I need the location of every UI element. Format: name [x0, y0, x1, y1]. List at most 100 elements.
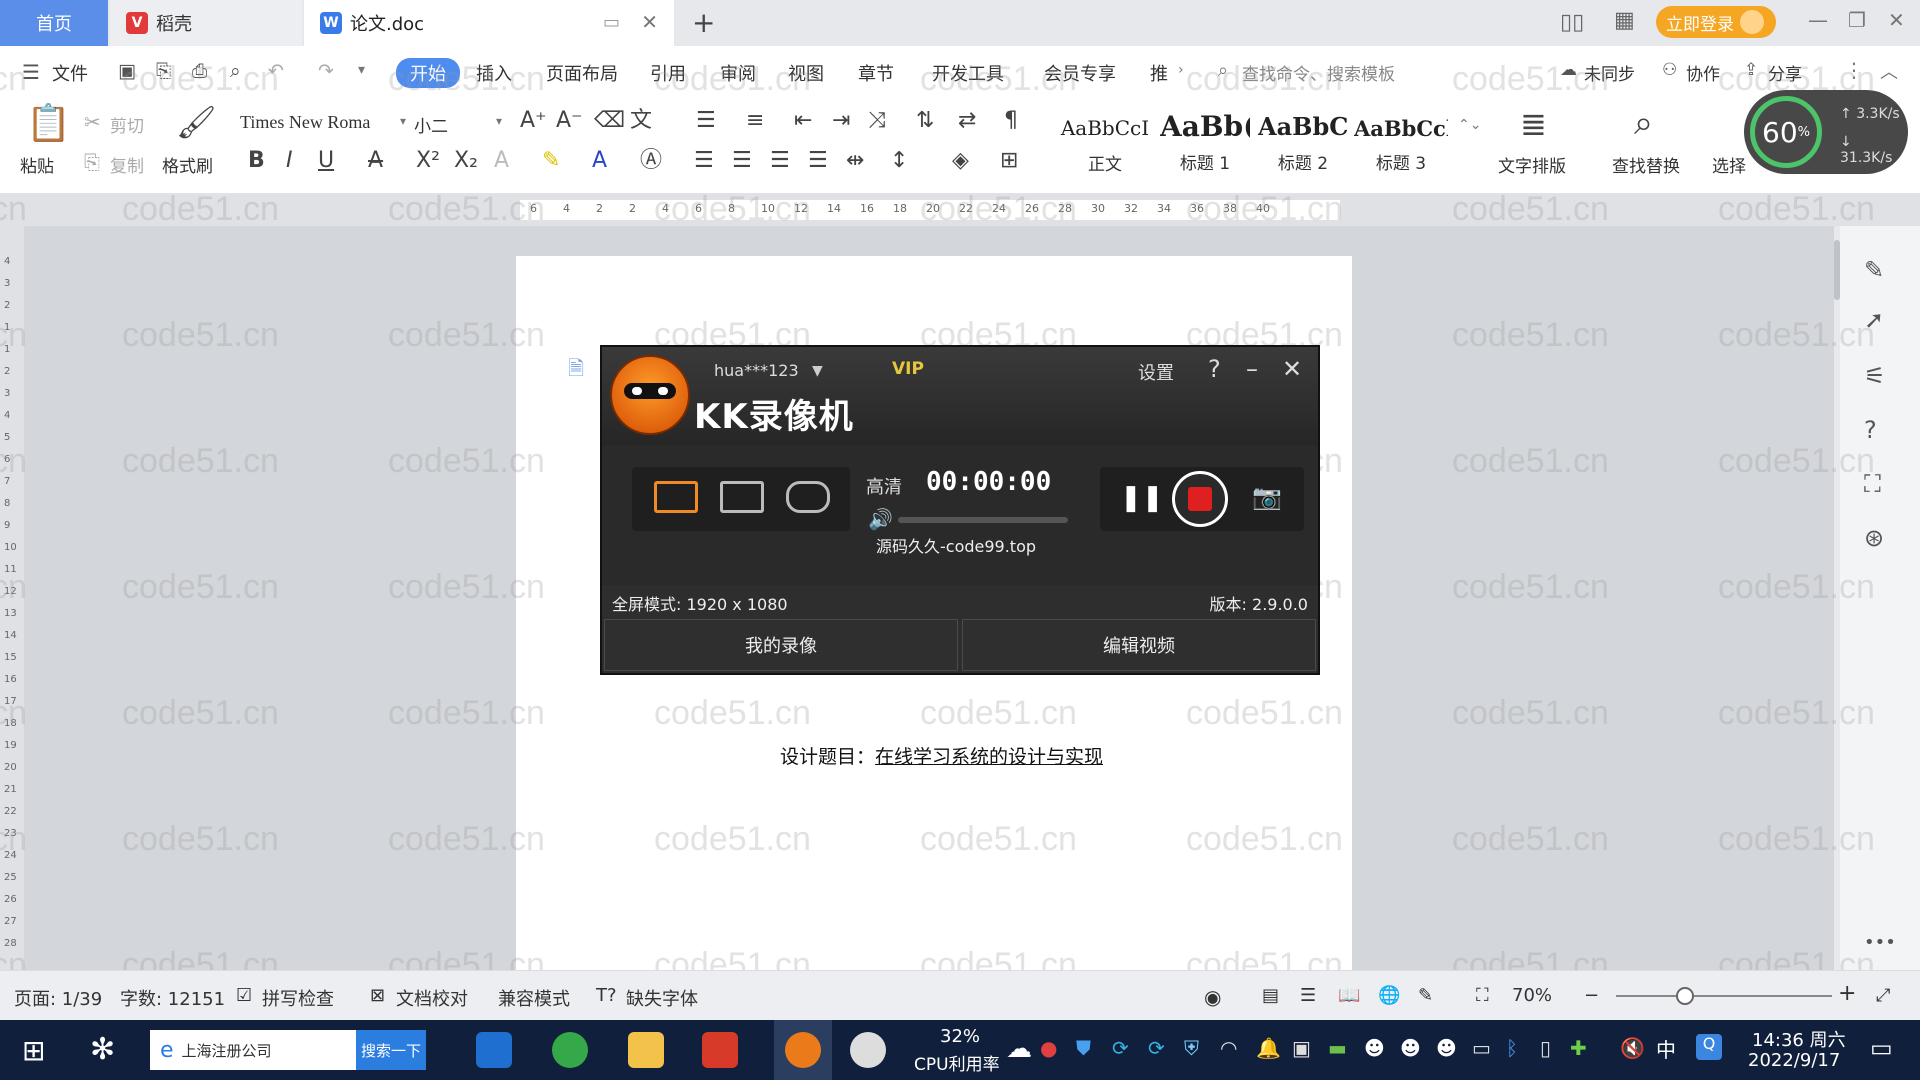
watermark-text: code51.cn — [920, 190, 1077, 228]
kk-username[interactable]: hua***123 — [714, 361, 799, 380]
fullscreen-mode-icon[interactable] — [654, 481, 698, 513]
word-count[interactable]: 字数: 12151 — [120, 985, 225, 1011]
ie-browser-icon[interactable] — [476, 1032, 512, 1068]
kk-help-icon[interactable]: ? — [1208, 355, 1221, 383]
watermark-text: code51.cn — [122, 316, 279, 354]
camera-icon[interactable]: 📷 — [1252, 483, 1282, 511]
round-app-icon[interactable] — [850, 1032, 886, 1068]
missing-font-button[interactable]: 缺失字体 — [626, 985, 698, 1011]
proofread-button[interactable]: 文档校对 — [396, 985, 468, 1011]
zoom-slider[interactable] — [1616, 987, 1832, 1005]
tray-app-icon[interactable]: ● — [1040, 1036, 1057, 1060]
watermark-text: code51.cn — [1718, 190, 1875, 228]
kk-user-dropdown-icon[interactable]: ▼ — [812, 363, 823, 379]
fullscreen-icon[interactable]: ⤢ — [1876, 985, 1890, 1006]
tray-gpu-icon[interactable]: ▬ — [1328, 1036, 1347, 1060]
ime-indicator[interactable]: 中 — [1656, 1034, 1676, 1063]
status-bar: 页面: 1/39 字数: 12151 ☑ 拼写检查 ⊠ 文档校对 兼容模式 T?… — [0, 970, 1920, 1020]
weather-icon[interactable]: ☁ — [1006, 1034, 1032, 1064]
wifi-icon[interactable]: ◠ — [1220, 1036, 1237, 1060]
page-view-icon[interactable]: ▤ — [1262, 985, 1279, 1006]
watermark-text: code51.cn — [1452, 316, 1609, 354]
tray-shield-icon[interactable]: ⛊ — [1076, 1036, 1091, 1060]
watermark-text: code51.cn — [1718, 316, 1875, 354]
watermark-text: code51.cn — [388, 442, 545, 480]
eye-protect-icon[interactable]: ◉ — [1204, 985, 1221, 1009]
zoom-level[interactable]: 70% — [1512, 985, 1552, 1006]
pinwheel-icon[interactable]: ✻ — [90, 1032, 115, 1067]
my-videos-button[interactable]: 我的录像 — [604, 619, 958, 671]
battery-icon[interactable]: ▭ — [1472, 1036, 1491, 1060]
watermark-text: code51.cn — [1718, 694, 1875, 732]
tray-q-icon[interactable]: Q — [1696, 1034, 1722, 1060]
system-tray: ● ⛊ ⟳ ⟳ ⛨ ◠ 🔔 ▣ ▬ ☻ ☻ ☻ ▭ ᛒ ▯ ✚ — [1040, 1036, 1600, 1066]
taskbar-search-text[interactable]: 上海注册公司 — [182, 1040, 272, 1061]
tray-sync-icon[interactable]: ⟳ — [1112, 1036, 1129, 1060]
qq-icon-1[interactable]: ☻ — [1364, 1036, 1385, 1060]
windows-taskbar: ⊞ ✻ e 上海注册公司 搜索一下 32% CPU利用率 ☁ ● ⛊ ⟳ ⟳ ⛨… — [0, 1020, 1920, 1080]
kk-header: hua***123 ▼ VIP KK录像机 设置 ? – ✕ — [602, 347, 1318, 445]
volume-slider[interactable] — [898, 517, 1068, 523]
game-mode-icon[interactable] — [786, 481, 830, 513]
tray-device-icon[interactable]: ▣ — [1292, 1036, 1311, 1060]
my-videos-label: 我的录像 — [745, 636, 817, 657]
watermark-text: code51.cn — [388, 190, 545, 228]
outline-view-icon[interactable]: ☰ — [1300, 985, 1316, 1006]
watermark-text: code51.cn — [122, 190, 279, 228]
tray-update-icon[interactable]: ⟳ — [1148, 1036, 1165, 1060]
read-view-icon[interactable]: 📖 — [1338, 985, 1360, 1006]
kk-close-icon[interactable]: ✕ — [1282, 355, 1302, 383]
zoom-slider-thumb[interactable] — [1676, 987, 1694, 1005]
watermark-text: code51.cn — [1452, 190, 1609, 228]
file-explorer-icon[interactable] — [628, 1032, 664, 1068]
tray-security-icon[interactable]: ⛨ — [1184, 1036, 1199, 1060]
kk-quality[interactable]: 高清 — [866, 473, 902, 499]
usb-icon[interactable]: ▯ — [1540, 1036, 1551, 1060]
kk-bottom-buttons: 我的录像 编辑视频 — [602, 617, 1318, 673]
watermark-text: code51.cn — [0, 190, 27, 228]
wps-icon[interactable] — [702, 1032, 738, 1068]
volume-muted-icon[interactable]: 🔇 — [1620, 1036, 1645, 1060]
zoom-out-icon[interactable]: − — [1584, 985, 1599, 1006]
watermark-text: code51.cn — [1452, 568, 1609, 606]
spellcheck-button[interactable]: 拼写检查 — [262, 985, 334, 1011]
stop-icon — [1188, 487, 1212, 511]
stop-record-button[interactable] — [1172, 471, 1228, 527]
watermark-text: code51.cn — [0, 60, 27, 98]
region-mode-icon[interactable] — [720, 481, 764, 513]
qq-icon-3[interactable]: ☻ — [1436, 1036, 1457, 1060]
windows-start-icon[interactable]: ⊞ — [22, 1034, 45, 1067]
kk-settings-button[interactable]: 设置 — [1138, 359, 1174, 385]
zoom-in-icon[interactable]: + — [1838, 981, 1856, 1006]
missing-font-icon: T? — [596, 985, 617, 1006]
watermark-text: code51.cn — [0, 316, 27, 354]
qq-icon-2[interactable]: ☻ — [1400, 1036, 1421, 1060]
taskbar-search-button[interactable]: 搜索一下 — [356, 1030, 426, 1070]
watermark-text: code51.cn — [0, 694, 27, 732]
clock-date[interactable]: 2022/9/17 — [1748, 1050, 1840, 1071]
kk-mode-selector — [632, 467, 850, 531]
notification-bell-icon[interactable]: 🔔 — [1256, 1036, 1281, 1060]
kk-minimize-icon[interactable]: – — [1246, 355, 1258, 383]
kk-logo-icon — [610, 355, 690, 435]
kk-recorder-window[interactable]: hua***123 ▼ VIP KK录像机 设置 ? – ✕ 高清 00:00:… — [600, 345, 1320, 675]
taskbar-search-box[interactable]: e 上海注册公司 — [150, 1030, 356, 1070]
tray-green-icon[interactable]: ✚ — [1570, 1036, 1587, 1060]
watermark-text: code51.cn — [1186, 694, 1343, 732]
kk-vip-badge[interactable]: VIP — [892, 359, 924, 379]
watermark-text: code51.cn — [388, 60, 545, 98]
web-view-icon[interactable]: 🌐 — [1378, 985, 1400, 1006]
watermark-text: code51.cn — [920, 60, 1077, 98]
volume-icon[interactable]: 🔊 — [868, 507, 893, 531]
edit-video-button[interactable]: 编辑视频 — [962, 619, 1316, 671]
watermark-text: code51.cn — [122, 694, 279, 732]
kk-taskbar-active[interactable] — [774, 1020, 832, 1080]
fit-page-icon[interactable]: ⛶ — [1476, 985, 1489, 1006]
browser-360-icon[interactable] — [552, 1032, 588, 1068]
bluetooth-icon[interactable]: ᛒ — [1506, 1036, 1518, 1060]
write-view-icon[interactable]: ✎ — [1418, 985, 1433, 1006]
page-count[interactable]: 页面: 1/39 — [14, 985, 102, 1011]
pause-icon[interactable]: ❚❚ — [1120, 483, 1164, 513]
clock-time[interactable]: 14:36 周六 — [1752, 1026, 1846, 1052]
action-center-icon[interactable]: ▭ — [1870, 1034, 1893, 1062]
